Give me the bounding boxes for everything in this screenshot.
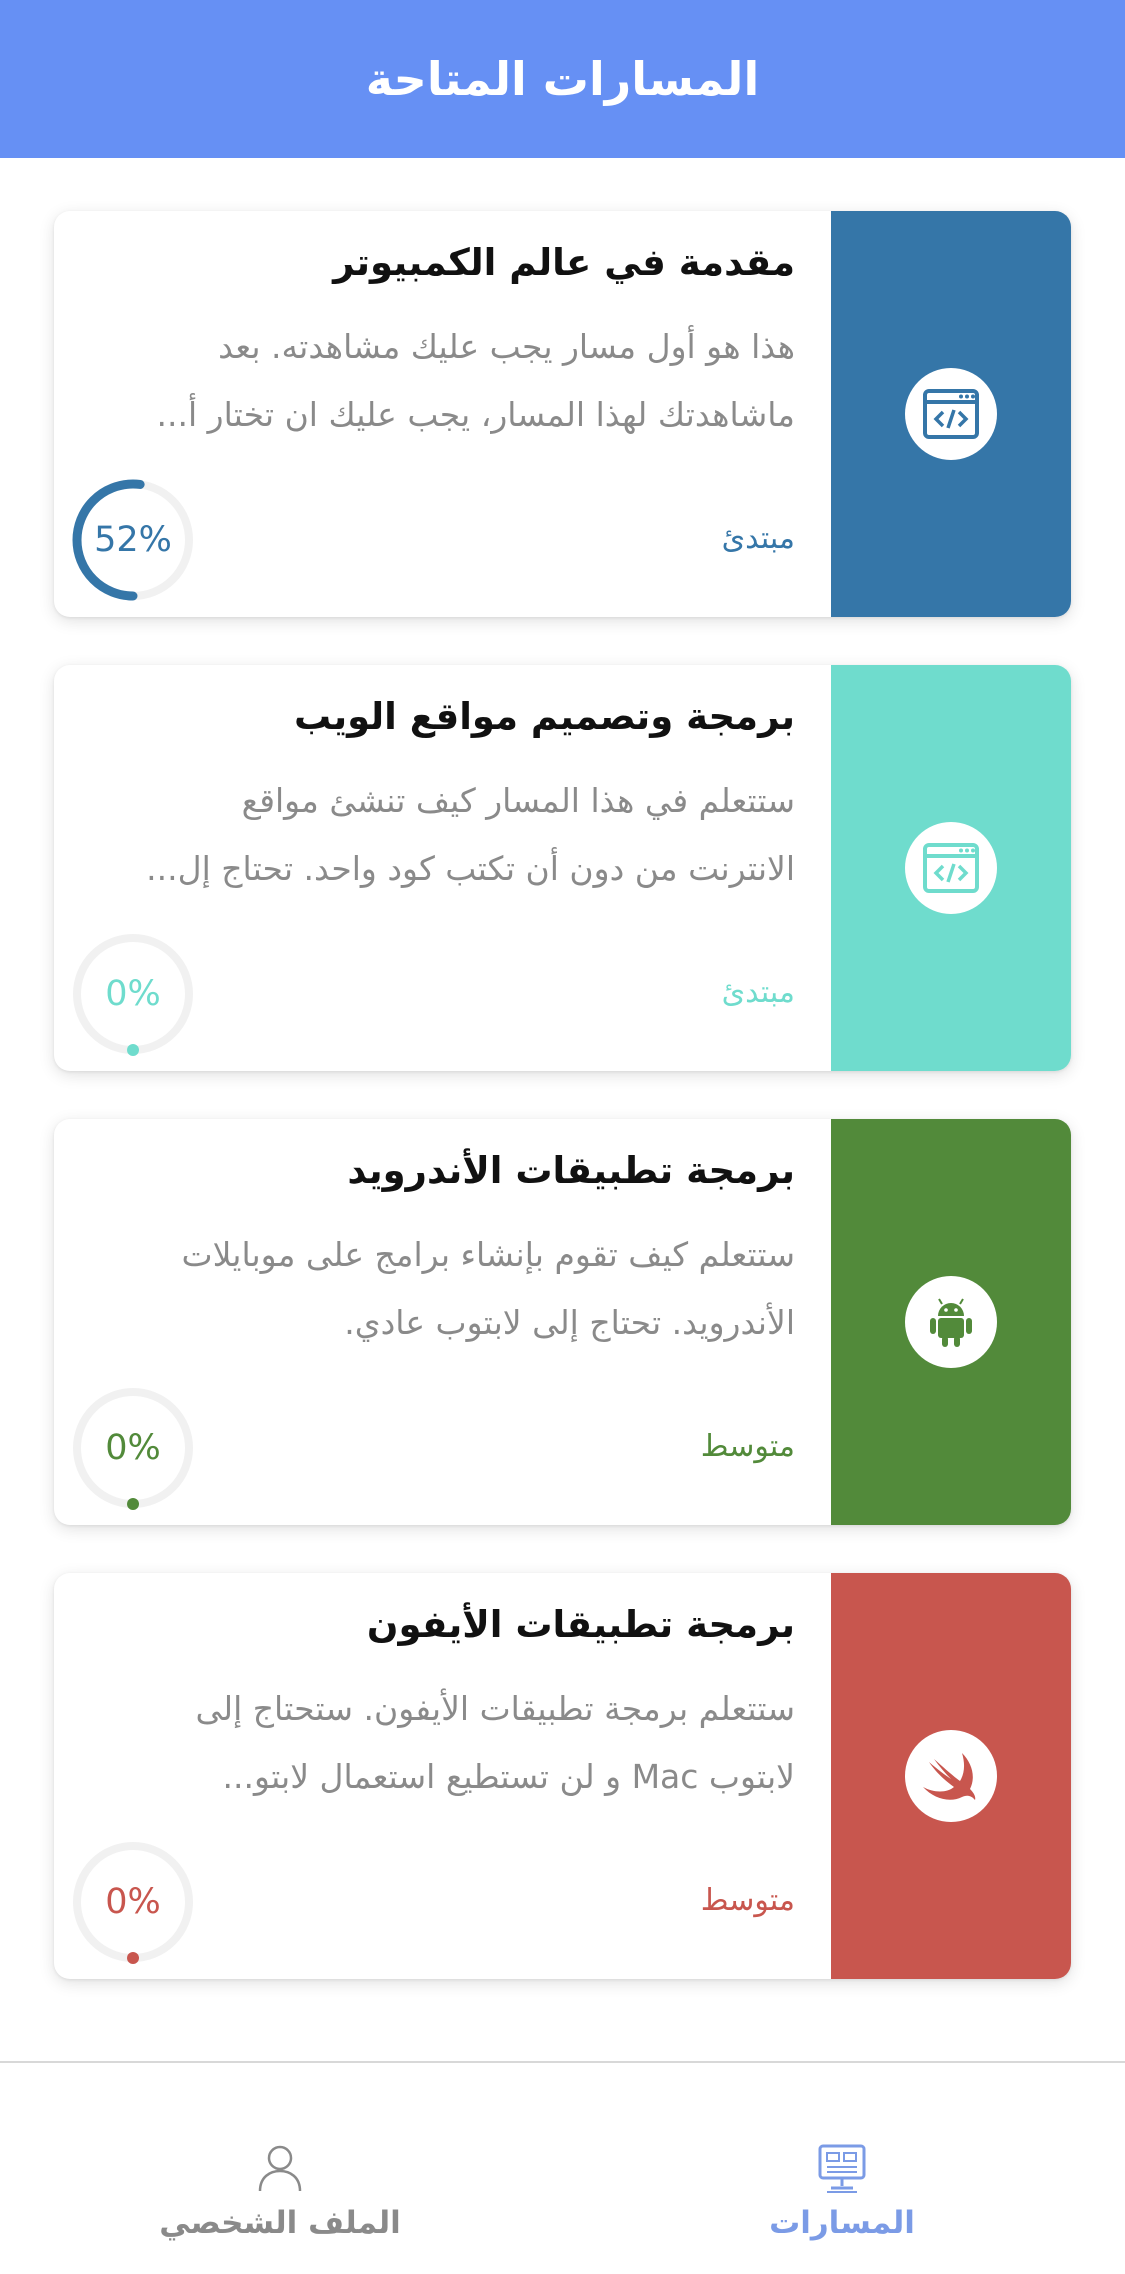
course-icon-badge xyxy=(905,1730,997,1822)
course-color-panel xyxy=(831,665,1071,1071)
progress-percent: 0% xyxy=(105,1428,161,1468)
course-color-panel xyxy=(831,1573,1071,1979)
course-description-line: لابتوب Mac و لن تستطيع استعمال لابتو... xyxy=(222,1757,795,1796)
course-icon-badge xyxy=(905,368,997,460)
course-card[interactable]: برمجة وتصميم مواقع الويب ستتعلم في هذا ا… xyxy=(54,665,1071,1071)
course-description: ستتعلم كيف تقوم بإنشاء برامج على موبايلا… xyxy=(75,1221,796,1357)
monitor-icon xyxy=(818,2144,866,2193)
tab-profile[interactable]: الملف الشخصي xyxy=(130,2143,430,2241)
course-level: متوسط xyxy=(700,1883,795,1918)
course-color-panel xyxy=(831,211,1071,617)
course-color-panel xyxy=(831,1119,1071,1525)
course-description-line: هذا هو أول مسار يجب عليك مشاهدته. بعد xyxy=(218,327,795,366)
course-card[interactable]: برمجة تطبيقات الأيفون ستتعلم برمجة تطبيق… xyxy=(54,1573,1071,1979)
course-description-line: الانترنت من دون أن تكتب كود واحد. تحتاج … xyxy=(146,849,795,888)
progress-ring: 0% xyxy=(70,1385,196,1511)
progress-percent: 0% xyxy=(105,1882,161,1922)
course-description: هذا هو أول مسار يجب عليك مشاهدته. بعد ما… xyxy=(75,313,795,449)
course-level: مبتدئ xyxy=(721,521,795,556)
course-title: مقدمة في عالم الكمبيوتر xyxy=(333,241,795,284)
page-title: المسارات المتاحة xyxy=(365,52,760,106)
tab-profile-label: الملف الشخصي xyxy=(159,2205,401,2241)
course-icon-badge xyxy=(905,1276,997,1368)
top-header: المسارات المتاحة xyxy=(0,0,1125,158)
tab-tracks[interactable]: المسارات xyxy=(692,2143,992,2241)
course-icon-badge xyxy=(905,822,997,914)
course-description: ستتعلم في هذا المسار كيف تنشئ مواقع الان… xyxy=(75,767,795,903)
course-description-line: ستتعلم كيف تقوم بإنشاء برامج على موبايلا… xyxy=(181,1235,796,1274)
course-card[interactable]: مقدمة في عالم الكمبيوتر هذا هو أول مسار … xyxy=(54,211,1071,617)
user-icon xyxy=(258,2145,302,2192)
course-card[interactable]: برمجة تطبيقات الأندرويد ستتعلم كيف تقوم … xyxy=(54,1119,1071,1525)
code-window-icon xyxy=(923,843,979,893)
course-description-line: الأندرويد. تحتاج إلى لابتوب عادي. xyxy=(344,1303,795,1342)
progress-percent: 0% xyxy=(105,974,161,1014)
course-level: مبتدئ xyxy=(721,975,795,1010)
tab-tracks-label: المسارات xyxy=(769,2205,915,2241)
bottom-tab-bar: المسارات الملف الشخصي xyxy=(0,2061,1125,2274)
course-title: برمجة تطبيقات الأندرويد xyxy=(347,1149,795,1192)
course-description-line: ستتعلم في هذا المسار كيف تنشئ مواقع xyxy=(241,781,795,820)
progress-percent: 52% xyxy=(94,520,172,560)
course-level: متوسط xyxy=(700,1429,795,1464)
swift-icon xyxy=(923,1753,976,1800)
course-description-line: ستتعلم برمجة تطبيقات الأيفون. ستحتاج إلى xyxy=(195,1689,795,1728)
course-title: برمجة تطبيقات الأيفون xyxy=(366,1603,795,1646)
android-icon xyxy=(930,1298,972,1347)
progress-ring: 0% xyxy=(70,931,196,1057)
progress-ring: 0% xyxy=(70,1839,196,1965)
course-title: برمجة وتصميم مواقع الويب xyxy=(294,695,795,738)
code-window-icon xyxy=(923,389,979,439)
course-description: ستتعلم برمجة تطبيقات الأيفون. ستحتاج إلى… xyxy=(75,1675,795,1811)
progress-ring: 52% xyxy=(70,477,196,603)
course-description-line: ماشاهدتك لهذا المسار، يجب عليك ان تختار … xyxy=(156,395,795,434)
